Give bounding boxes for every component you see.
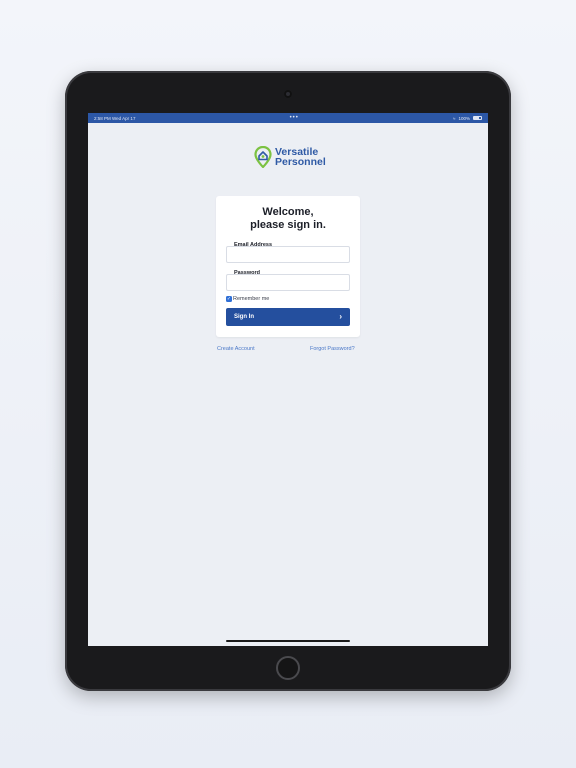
welcome-heading: Welcome, please sign in. — [216, 206, 360, 232]
checkbox-checked-icon[interactable]: ✓ — [226, 296, 232, 302]
battery-icon — [472, 116, 482, 120]
camera-icon — [284, 90, 292, 98]
welcome-heading-line1: Welcome, — [262, 206, 314, 218]
password-field[interactable] — [226, 274, 350, 291]
welcome-heading-line2: please sign in. — [250, 219, 326, 231]
remember-me-label[interactable]: Remember me — [233, 296, 269, 302]
create-account-link[interactable]: Create Account — [217, 346, 255, 352]
status-bar: 2:58 PM Wed Apr 17 ••• ≈ 100% — [88, 113, 488, 123]
tablet-device-frame: 2:58 PM Wed Apr 17 ••• ≈ 100% Versatile … — [65, 71, 511, 691]
sign-in-button[interactable]: Sign In › — [226, 308, 350, 326]
home-indicator[interactable] — [226, 640, 350, 642]
email-field[interactable] — [226, 246, 350, 263]
status-time: 2:58 PM Wed Apr 17 — [94, 115, 136, 121]
sign-in-card: Welcome, please sign in. Email Address P… — [216, 196, 360, 337]
chevron-right-icon: › — [339, 312, 342, 321]
home-button[interactable] — [276, 656, 300, 680]
battery-percent: 100% — [458, 115, 470, 121]
wifi-icon: ≈ — [452, 115, 456, 121]
logo-text-line2: Personnel — [275, 156, 326, 168]
multitasking-dots-icon[interactable]: ••• — [290, 115, 299, 121]
status-right: ≈ 100% — [453, 116, 482, 121]
location-pin-leaf-icon — [254, 146, 272, 168]
brand-logo: Versatile Personnel — [254, 146, 326, 168]
app-screen: 2:58 PM Wed Apr 17 ••• ≈ 100% Versatile … — [88, 113, 488, 646]
forgot-password-link[interactable]: Forgot Password? — [310, 346, 355, 352]
remember-me-toggle[interactable]: ✓ Remember me — [226, 296, 269, 302]
sign-in-label: Sign In — [234, 314, 254, 320]
